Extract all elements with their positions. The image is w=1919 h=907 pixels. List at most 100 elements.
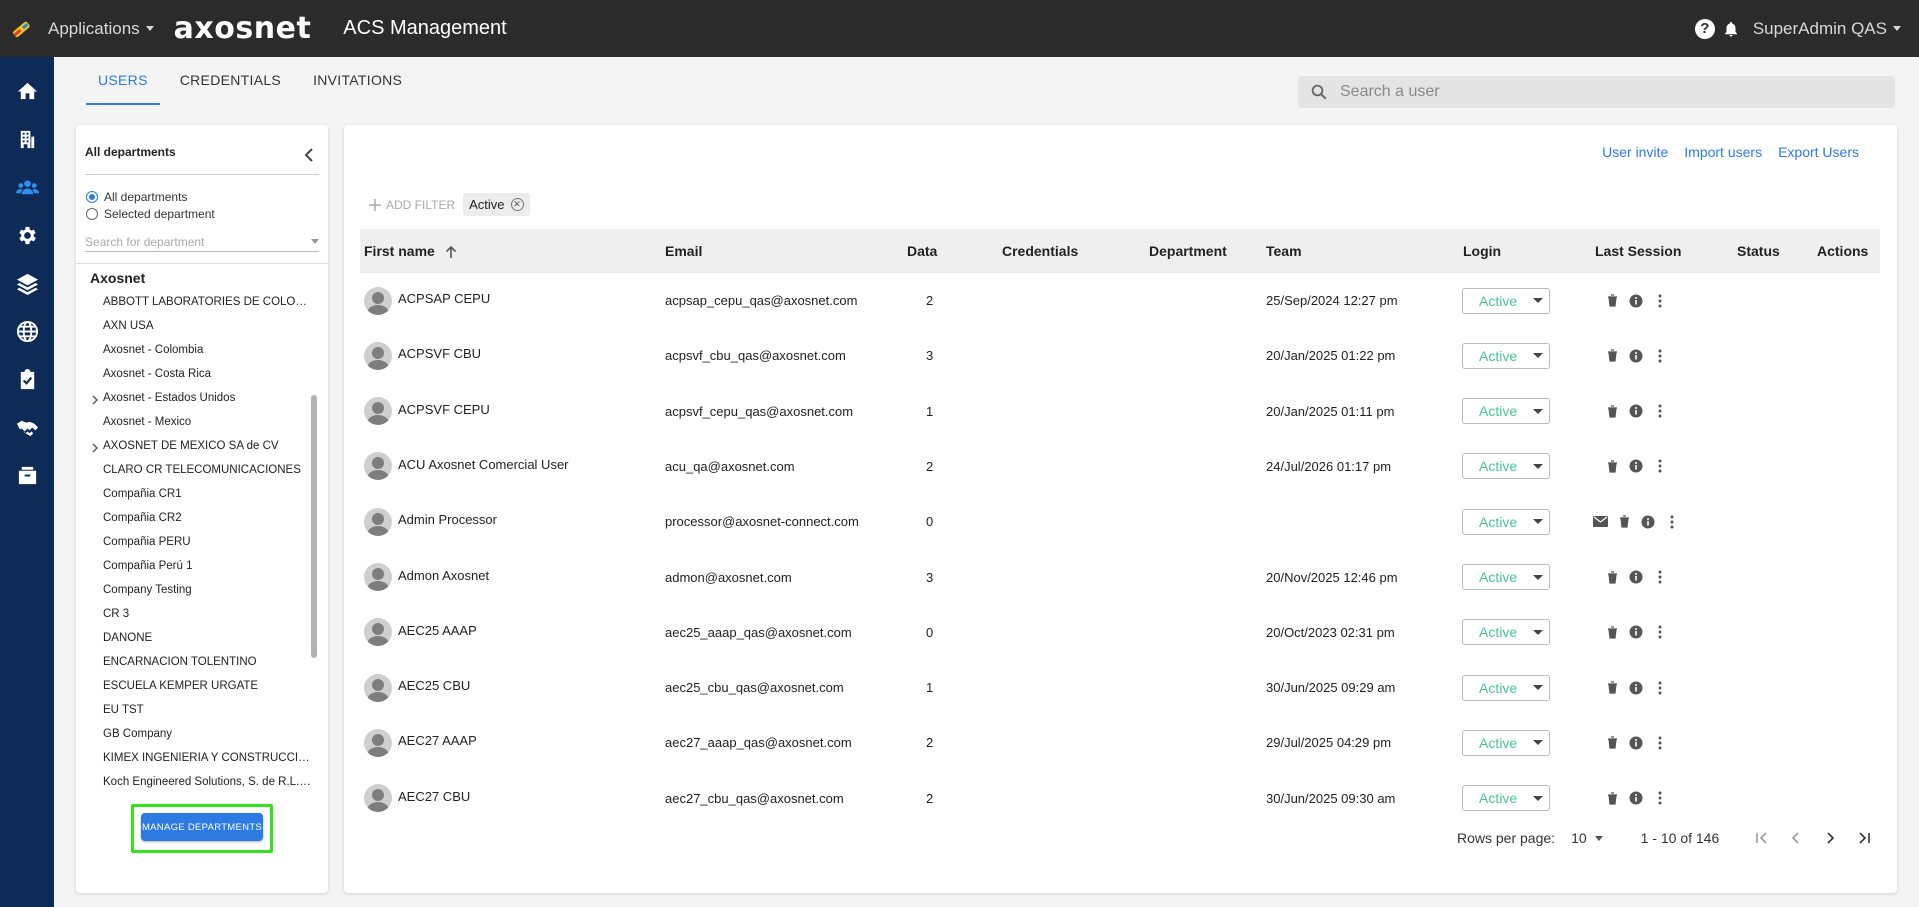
trash-icon[interactable] [1604,624,1620,640]
nav-archive[interactable] [0,451,54,499]
nav-partners[interactable] [0,403,54,451]
chevron-down-icon[interactable] [311,239,319,244]
applications-menu[interactable]: Applications [48,19,154,39]
login-status-select[interactable]: Active [1462,398,1550,425]
department-item[interactable]: Compañia CR1 [103,488,313,500]
more-vert-icon[interactable] [1652,403,1668,419]
more-vert-icon[interactable] [1652,569,1668,585]
department-item[interactable]: DANONE [103,632,313,644]
manage-departments-button[interactable]: MANAGE DEPARTMENTS [141,813,263,841]
column-last-session[interactable]: Last Session [1595,229,1681,273]
info-icon[interactable] [1628,624,1644,640]
nav-settings[interactable] [0,211,54,259]
table-row[interactable]: ACPSAP CEPU acpsap_cepu_qas@axosnet.com 2 2… [360,273,1880,328]
info-icon[interactable] [1628,569,1644,585]
info-icon[interactable] [1628,458,1644,474]
nav-tasks[interactable] [0,355,54,403]
help-icon[interactable]: ? [1694,18,1715,39]
info-icon[interactable] [1628,348,1644,364]
nav-home[interactable] [0,67,54,115]
department-search-input[interactable] [85,234,285,249]
user-invite-link[interactable]: User invite [1602,144,1668,160]
nav-buildings[interactable] [0,115,54,163]
column-first-name[interactable]: First name [364,229,457,273]
info-icon[interactable] [1640,514,1656,530]
trash-icon[interactable] [1604,293,1620,309]
login-status-select[interactable]: Active [1462,729,1550,756]
radio-button-checked[interactable] [86,191,98,203]
column-department[interactable]: Department [1149,229,1227,273]
info-icon[interactable] [1628,680,1644,696]
bell-icon[interactable] [1721,19,1741,39]
more-vert-icon[interactable] [1652,680,1668,696]
radio-button[interactable] [86,208,98,220]
rows-per-page-select[interactable]: 10 [1571,830,1603,846]
close-icon[interactable]: ✕ [510,198,524,211]
department-item[interactable]: Axosnet - Estados Unidos [103,392,313,404]
department-item[interactable]: AXOSNET DE MEXICO SA de CV [103,440,313,452]
nav-users[interactable] [0,163,54,211]
chevron-right-icon[interactable] [90,443,100,453]
login-status-select[interactable]: Active [1462,453,1550,480]
trash-icon[interactable] [1604,458,1620,474]
department-item[interactable]: AXN USA [103,320,313,332]
more-vert-icon[interactable] [1652,293,1668,309]
tab-credentials[interactable]: CREDENTIALS [168,57,293,105]
trash-icon[interactable] [1604,735,1620,751]
info-icon[interactable] [1628,790,1644,806]
table-row[interactable]: AEC27 CBU aec27_cbu_qas@axosnet.com 2 30/Ju… [360,771,1880,826]
table-row[interactable]: Admin Processor processor@axosnet-connect… [360,494,1880,549]
trash-icon[interactable] [1604,790,1620,806]
department-item[interactable]: Axosnet - Costa Rica [103,368,313,380]
info-icon[interactable] [1628,735,1644,751]
user-menu[interactable]: SuperAdmin QAS [1753,19,1901,39]
department-item[interactable]: Compañia PERU [103,536,313,548]
department-item[interactable]: GB Company [103,728,313,740]
login-status-select[interactable]: Active [1462,508,1550,535]
more-vert-icon[interactable] [1652,735,1668,751]
last-page-button[interactable] [1847,828,1881,848]
login-status-select[interactable]: Active [1462,564,1550,590]
info-icon[interactable] [1628,293,1644,309]
table-row[interactable]: AEC25 AAAP aec25_aaap_qas@axosnet.com 0 20/… [360,605,1880,660]
trash-icon[interactable] [1604,403,1620,419]
column-actions[interactable]: Actions [1817,229,1868,273]
more-vert-icon[interactable] [1652,458,1668,474]
login-status-select[interactable]: Active [1462,287,1550,314]
department-item[interactable]: Koch Engineered Solutions, S. de R.L. de… [103,776,313,788]
department-scrollbar[interactable] [311,395,317,658]
department-item[interactable]: Axosnet - Colombia [103,344,313,356]
app-logo-icon[interactable] [8,16,34,42]
column-login[interactable]: Login [1463,229,1501,273]
nav-globe[interactable] [0,307,54,355]
radio-selected-department[interactable]: Selected department [86,207,215,221]
trash-icon[interactable] [1616,514,1632,530]
department-item[interactable]: Compañia CR2 [103,512,313,524]
department-item[interactable]: CR 3 [103,608,313,620]
department-item[interactable]: KIMEX INGENIERIA Y CONSTRUCCION [103,752,313,764]
more-vert-icon[interactable] [1652,790,1668,806]
department-item[interactable]: Company Testing [103,584,313,596]
column-data[interactable]: Data [907,229,937,273]
department-root[interactable]: Axosnet [90,270,145,286]
more-vert-icon[interactable] [1652,348,1668,364]
export-users-link[interactable]: Export Users [1778,144,1859,160]
department-item[interactable]: Compañia Perú 1 [103,560,313,572]
tab-users[interactable]: USERS [86,57,160,105]
column-email[interactable]: Email [665,229,702,273]
column-status[interactable]: Status [1737,229,1780,273]
login-status-select[interactable]: Active [1462,674,1550,701]
table-row[interactable]: ACPSVF CBU acpsvf_cbu_qas@axosnet.com 3 20/… [360,328,1880,383]
department-item[interactable]: ABBOTT LABORATORIES DE COLOMBIA S.A.S. [103,296,313,308]
column-credentials[interactable]: Credentials [1002,229,1078,273]
more-vert-icon[interactable] [1664,514,1680,530]
department-item[interactable]: Axosnet - Mexico [103,416,313,428]
nav-layers[interactable] [0,259,54,307]
department-item[interactable]: ENCARNACION TOLENTINO [103,656,313,668]
previous-page-button[interactable] [1779,828,1813,848]
info-icon[interactable] [1628,403,1644,419]
table-row[interactable]: AEC27 AAAP aec27_aaap_qas@axosnet.com 2 29/… [360,715,1880,770]
table-row[interactable]: ACU Axosnet Comercial User acu_qa@axosnet… [360,439,1880,494]
department-item[interactable]: ESCUELA KEMPER URGATE [103,680,313,692]
next-page-button[interactable] [1813,828,1847,848]
